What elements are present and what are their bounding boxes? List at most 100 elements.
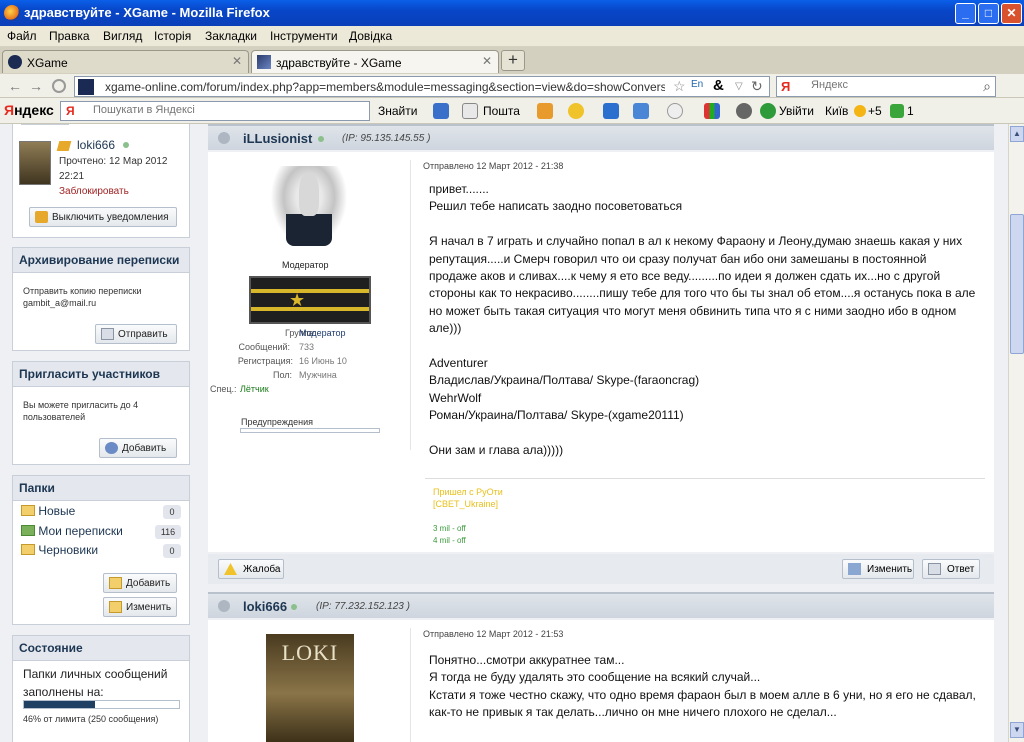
scroll-down-button[interactable]: ▼ [1010,722,1024,738]
message-line: WehrWolf [429,390,482,405]
edit-folders-button[interactable]: Изменить [103,597,177,617]
disable-notifications-button[interactable]: Выключить уведомления [29,207,177,227]
storage-progress-fill [24,701,96,708]
report-button[interactable]: Жалоба [218,559,284,579]
forward-icon[interactable]: → [29,78,43,94]
menu-history[interactable]: Історія [154,29,191,43]
post-author[interactable]: loki666 [243,599,287,614]
reload-icon[interactable]: ↻ [751,78,763,95]
site-identity-icon[interactable] [78,79,94,95]
top-hat-icon [286,214,332,246]
notification-icon[interactable] [890,104,904,118]
window-titlebar: здравствуйте - XGame - Mozilla Firefox _… [0,0,1024,26]
status-title: Состояние [13,636,189,661]
signature-line: 3 mil - off [433,524,466,533]
bag-icon[interactable] [537,103,553,119]
weather-temp[interactable]: +5 [868,104,882,118]
invite-title: Пригласить участников [13,362,189,387]
scrollbar-thumb[interactable] [1010,214,1024,354]
bookmark-star-icon[interactable]: ☆ [673,78,686,95]
page-content: loki666 Прочтено: 12 Мар 2012 22:21 Забл… [0,124,1008,742]
new-tab-button[interactable]: + [501,50,525,71]
megaphone-icon [35,211,48,223]
menu-file[interactable]: Файл [7,29,37,43]
gear-icon[interactable] [736,103,752,119]
post-ip: (IP: 95.135.145.55 ) [342,133,431,144]
menu-view[interactable]: Вигляд [103,29,142,43]
yandex-city[interactable]: Київ [825,104,848,118]
folders-title: Папки [13,476,189,501]
menu-edit[interactable]: Правка [49,29,90,43]
moderator-avatar[interactable] [264,166,354,255]
loki-avatar[interactable]: LOKI [266,634,354,742]
menu-bookmarks[interactable]: Закладки [205,29,257,43]
browser-search-box[interactable]: Я ⌕ [776,76,996,97]
translate-toolbar-icon[interactable] [603,103,619,119]
folder-drafts[interactable]: Черновики [21,543,98,557]
message-line: Владислав/Украина/Полтава/ Skype-(faraon… [429,373,700,388]
translate-icon[interactable]: En [691,79,703,90]
yandex-mail-button[interactable]: Пошта [483,104,520,118]
yandex-search-input[interactable] [93,104,353,116]
megaphone-icon [56,141,72,151]
page-scrollbar[interactable]: ▲ ▼ [1008,124,1024,742]
menu-tools[interactable]: Інструменти [270,29,338,43]
login-icon[interactable] [760,103,776,119]
warnings-bar [240,428,380,433]
yandex-search-box[interactable]: Я [60,101,370,121]
bookmark-sync-icon[interactable] [433,103,449,119]
message-line: репутация.....и Смерч говорил что ои сра… [429,251,927,266]
yandex-engine-icon[interactable]: Я [781,79,790,94]
storage-progress-bar [23,700,180,709]
yandex-logo[interactable]: Яндекс [4,102,54,118]
folder-new[interactable]: Новые [21,504,75,518]
add-folder-icon [109,577,122,589]
invite-add-button[interactable]: Добавить [99,438,177,458]
tab-close-icon[interactable]: ✕ [232,54,242,68]
yandex-find-button[interactable]: Знайти [378,104,417,118]
yandex-login-button[interactable]: Увійти [779,104,814,118]
send-archive-button[interactable]: Отправить [95,324,177,344]
back-icon[interactable]: ← [8,78,22,94]
chat-bubble-icon[interactable] [667,103,683,119]
user-group: Модератор [299,328,346,338]
edit-post-button[interactable]: Изменить [842,559,914,579]
participant-name[interactable]: loki666 [77,138,115,152]
post-date: Отправлено 12 Март 2012 - 21:53 [423,629,564,639]
user-icon [218,132,230,144]
message-line: стороны как то некрасиво........пишу теб… [429,286,976,301]
post-footer: Жалоба Изменить Ответ [208,554,994,584]
address-bar[interactable]: xgame-online.com/forum/index.php?app=mem… [74,76,770,97]
reply-button[interactable]: Ответ [922,559,980,579]
tab-close-icon[interactable]: ✕ [482,54,492,68]
folder-my-conversations[interactable]: Мои переписки [21,524,123,538]
tab-xgame[interactable]: XGame ✕ [2,50,249,73]
search-icon[interactable]: ⌕ [983,78,991,95]
reply-icon [928,563,941,575]
ampersand-icon[interactable]: & [713,77,724,94]
scroll-up-button[interactable]: ▲ [1010,126,1024,142]
minimize-button[interactable]: _ [955,3,976,24]
mail-icon[interactable] [462,103,478,119]
weather-icon[interactable] [854,105,866,117]
close-window-button[interactable]: ✕ [1001,3,1022,24]
post-author[interactable]: iLLusionist [243,131,312,146]
message-line: Я тогда не буду удалять это сообщение на… [429,670,761,685]
message-line: але))) [429,321,462,336]
add-folder-button[interactable]: Добавить [103,573,177,593]
toolbar-arrows-icon[interactable] [633,103,649,119]
star-icon[interactable] [568,103,584,119]
warnings-label: Предупреждения [241,417,313,427]
signature-line: 4 mil - off [433,536,466,545]
menubar: Файл Правка Вигляд Історія Закладки Інст… [0,26,1024,47]
apps-icon[interactable] [704,103,720,119]
notification-count[interactable]: 1 [907,104,914,118]
maximize-button[interactable]: □ [978,3,999,24]
dropdown-icon[interactable]: ▽ [735,81,743,92]
tab-zdravstvuyte[interactable]: здравствуйте - XGame ✕ [251,50,499,73]
home-icon[interactable] [52,79,66,93]
browser-search-input[interactable] [811,79,961,91]
participant-avatar[interactable] [19,141,51,185]
menu-help[interactable]: Довідка [349,29,392,43]
block-user-link[interactable]: Заблокировать [59,186,129,197]
